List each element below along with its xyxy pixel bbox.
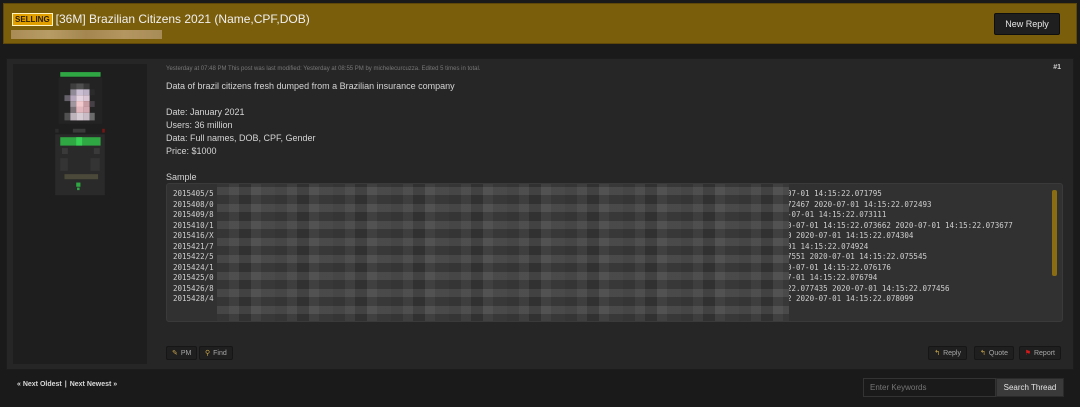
pm-label: PM	[180, 349, 192, 357]
code-line-prefix: 2015410/1	[173, 220, 214, 230]
code-line-suffix: 2 2020-07-01 14:15:22.078099	[787, 294, 914, 303]
nav-separator: |	[64, 381, 67, 388]
code-line-suffix: 0-07-01 14:15:22.076176	[787, 262, 891, 272]
post-content: Yesterday at 07:48 PM This post was last…	[166, 59, 1073, 369]
post: Yesterday at 07:48 PM This post was last…	[6, 58, 1074, 370]
code-line-suffix: 01 14:15:22.074924	[787, 241, 869, 251]
reply-label: Reply	[943, 349, 961, 357]
redacted-code-overlay	[217, 184, 789, 321]
redacted-avatar	[55, 72, 105, 196]
reply-icon: ↰	[934, 350, 941, 357]
code-line-prefix: 2015426/8	[173, 283, 214, 293]
code-line-prefix: 2015421/7	[173, 241, 214, 251]
code-line-prefix: 2015405/5	[173, 189, 214, 198]
code-line-prefix: 2015422/5	[173, 252, 214, 261]
selling-badge: SELLING	[12, 13, 53, 26]
redacted-subtitle	[11, 30, 162, 39]
code-line-prefix: 2015408/0	[173, 199, 214, 209]
code-line-prefix: 2015416/X	[173, 231, 214, 240]
post-body: Data of brazil citizens fresh dumped fro…	[166, 81, 455, 156]
thread-title-text: [36M] Brazilian Citizens 2021 (Name,CPF,…	[55, 12, 310, 26]
pm-button[interactable]: ✎ PM	[166, 346, 198, 360]
code-line-suffix: 7551 2020-07-01 14:15:22.075545	[787, 252, 927, 261]
flag-icon: ⚑	[1024, 350, 1031, 357]
thread-title: SELLING [36M] Brazilian Citizens 2021 (Na…	[12, 12, 310, 26]
post-meta: Yesterday at 07:48 PM This post was last…	[166, 66, 481, 72]
find-button[interactable]: ⚲ Find	[199, 346, 233, 360]
quote-button[interactable]: ↰ Quote	[974, 346, 1014, 360]
new-reply-button[interactable]: New Reply	[994, 13, 1060, 35]
code-line-suffix: 0-07-01 14:15:22.073662 2020-07-01 14:15…	[787, 220, 1013, 230]
search-thread-button[interactable]: Search Thread	[996, 378, 1064, 397]
code-line-suffix: 72467 2020-07-01 14:15:22.072493	[787, 199, 932, 209]
code-line-suffix: 7-01 14:15:22.076794	[787, 273, 878, 282]
code-line-suffix: 0 2020-07-01 14:15:22.074304	[787, 231, 914, 240]
pm-icon: ✎	[172, 350, 178, 357]
find-label: Find	[213, 349, 227, 357]
post-footer: ✎ PM ⚲ Find ↰ Reply ↰ Quote ⚑ Report	[166, 346, 1061, 360]
code-line-prefix: 2015424/1	[173, 262, 214, 272]
code-line-prefix: 2015409/8	[173, 210, 214, 219]
quote-label: Quote	[988, 349, 1008, 357]
author-panel	[13, 64, 147, 364]
sample-label: Sample	[166, 172, 197, 182]
quote-icon: ↰	[980, 350, 986, 357]
report-label: Report	[1033, 349, 1055, 357]
report-button[interactable]: ⚑ Report	[1018, 346, 1061, 360]
code-line-suffix: -07-01 14:15:22.073111	[787, 210, 887, 219]
search-icon: ⚲	[205, 350, 211, 357]
thread-header: SELLING [36M] Brazilian Citizens 2021 (Na…	[3, 3, 1077, 44]
reply-button[interactable]: ↰ Reply	[928, 346, 967, 360]
code-block[interactable]: 2015405/5 07-01 14:15:22.071795 2015408/0 7…	[166, 183, 1063, 322]
code-line-suffix: 07-01 14:15:22.071795	[787, 189, 882, 198]
post-number-link[interactable]: #1	[1053, 64, 1061, 71]
code-line-prefix: 2015425/0	[173, 273, 214, 282]
code-line-prefix: 2015428/4	[173, 294, 214, 303]
code-scrollbar[interactable]	[1052, 190, 1057, 276]
search-keywords-input[interactable]	[863, 378, 996, 397]
next-oldest-link[interactable]: « Next Oldest	[17, 381, 62, 388]
thread-navigation: « Next Oldest | Next Newest »	[17, 381, 117, 388]
code-line-suffix: 22.077435 2020-07-01 14:15:22.077456	[787, 283, 950, 293]
next-newest-link[interactable]: Next Newest »	[70, 381, 117, 388]
